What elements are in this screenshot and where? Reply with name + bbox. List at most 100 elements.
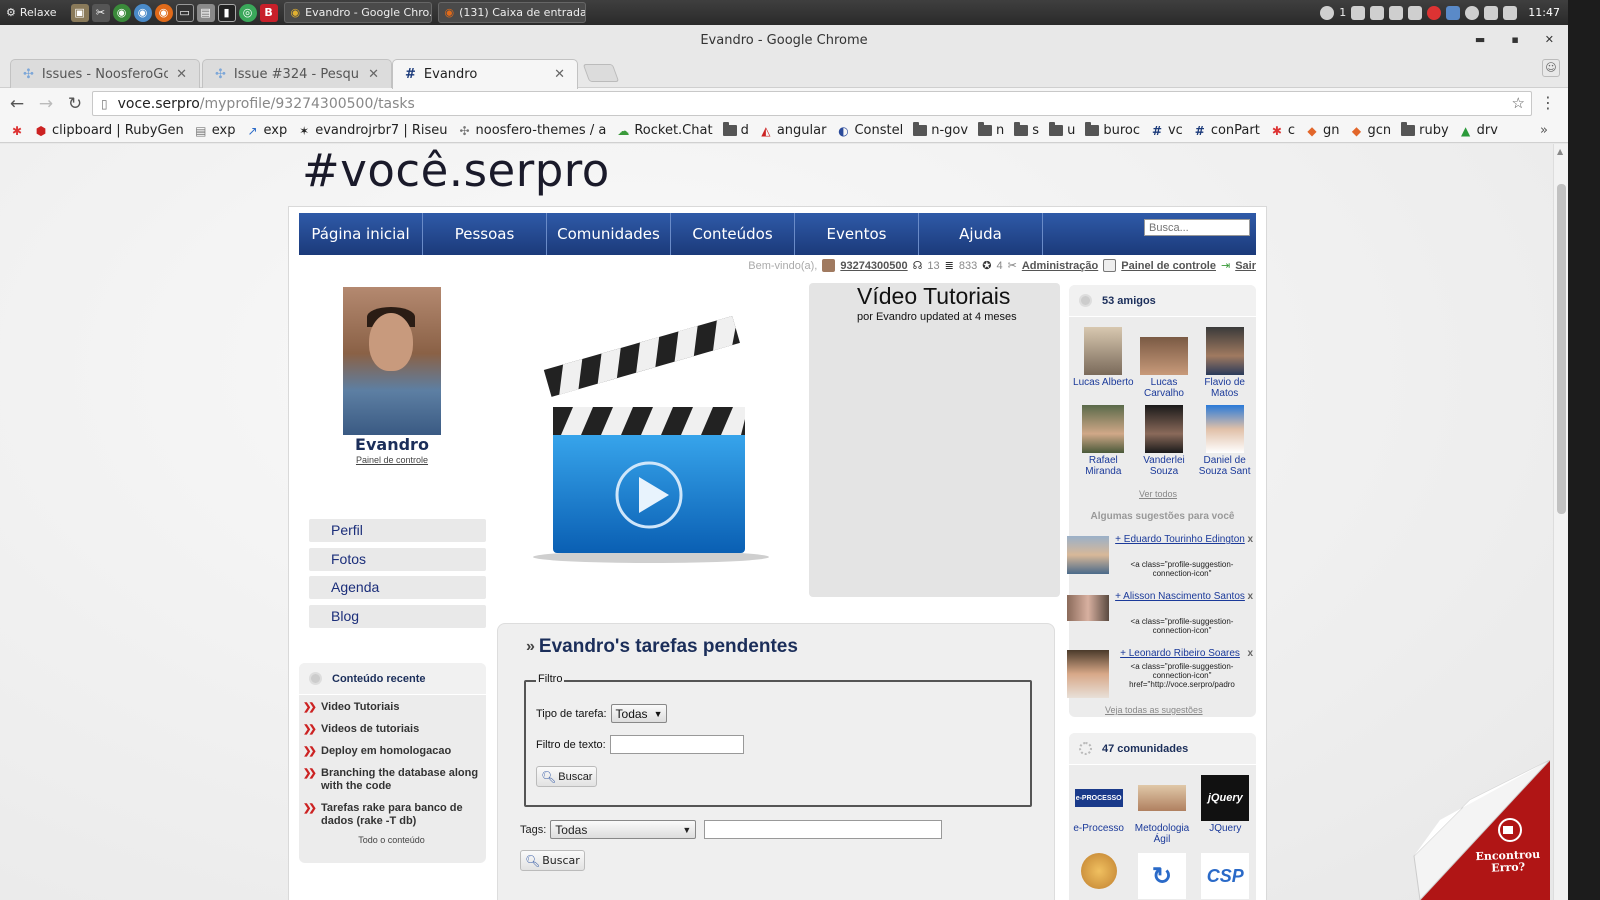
chrome-menu-icon[interactable]: ⋮ — [1540, 93, 1556, 112]
recent-item[interactable]: ❯❯ Tarefas rake para banco de dados (rake… — [303, 802, 480, 828]
new-tab-button[interactable] — [582, 64, 620, 82]
info-icon[interactable] — [1320, 5, 1335, 20]
site-title[interactable]: #você.serpro — [302, 144, 610, 197]
user-link[interactable]: 93274300500 — [840, 260, 907, 272]
files-icon[interactable]: ▤ — [196, 3, 215, 22]
chat-icon[interactable] — [1351, 5, 1366, 20]
chromium-icon[interactable]: ◉ — [133, 3, 152, 22]
network-icon[interactable] — [1446, 5, 1461, 20]
bookmark-folder[interactable]: d — [722, 122, 749, 138]
nav-home[interactable]: Página inicial — [299, 213, 423, 255]
tab-issues[interactable]: ✣ Issues - NoosferoGov ✕ — [10, 59, 200, 88]
bookmark-item[interactable]: # vc — [1150, 123, 1183, 138]
bookmark-item[interactable]: ▲ drv — [1459, 123, 1498, 138]
profile-name[interactable]: Evandro — [309, 435, 475, 454]
dismiss-suggestion-icon[interactable]: x — [1247, 648, 1253, 659]
friend-item[interactable]: Lucas Carvalho — [1134, 327, 1195, 399]
friend-item[interactable]: Daniel de Souza Sant — [1194, 405, 1255, 477]
bookmark-apps[interactable]: ✱ — [10, 124, 24, 138]
tab-issue-324[interactable]: ✣ Issue #324 - Pesquisa ✕ — [202, 59, 392, 88]
update-icon[interactable] — [1465, 5, 1480, 20]
alarm-icon[interactable] — [1427, 5, 1442, 20]
profile-avatar[interactable] — [343, 287, 441, 435]
tags-search-button[interactable]: 🔍︎ Buscar — [520, 850, 585, 871]
recent-item[interactable]: ❯❯ Video Tutoriais — [303, 701, 480, 714]
friend-item[interactable]: Flavio de Matos — [1194, 327, 1255, 399]
nav-people[interactable]: Pessoas — [423, 213, 547, 255]
firefox-icon[interactable]: ◉ — [154, 3, 173, 22]
taskbar-window-chrome[interactable]: ◉ Evandro - Google Chro... — [283, 2, 432, 23]
suggestion-name[interactable]: + Alisson Nascimento Santos — [1115, 591, 1245, 602]
spotify-icon[interactable]: ◎ — [238, 3, 257, 22]
bookmark-folder[interactable]: buroc — [1085, 122, 1140, 138]
clipboard-icon[interactable] — [1389, 5, 1404, 20]
menu-photos[interactable]: Fotos — [309, 547, 486, 571]
b-app-icon[interactable]: B — [259, 3, 278, 22]
friend-item[interactable]: Vanderlei Souza — [1134, 405, 1195, 477]
minimize-icon[interactable]: ▬ — [1475, 33, 1485, 46]
nav-help[interactable]: Ajuda — [919, 213, 1043, 255]
all-suggestions-link[interactable]: Veja todas as sugestões — [1105, 705, 1203, 715]
video-clapperboard-image[interactable] — [529, 307, 769, 567]
community-item[interactable]: jQuery JQuery — [1194, 775, 1257, 845]
tab-evandro[interactable]: # Evandro ✕ — [392, 59, 578, 89]
community-item[interactable]: Metodologia Ágil — [1130, 775, 1193, 845]
pencil-icon[interactable] — [1370, 5, 1385, 20]
recent-item[interactable]: ❯❯ Deploy em homologacao — [303, 745, 480, 758]
chrome-icon[interactable]: ◉ — [112, 3, 131, 22]
bookmark-folder[interactable]: s — [1014, 122, 1039, 138]
report-error-widget[interactable]: Encontrou Erro? — [1410, 759, 1551, 900]
community-item[interactable]: CSP — [1194, 853, 1257, 900]
suggestion-photo[interactable] — [1067, 595, 1109, 621]
address-bar[interactable]: ▯ voce.serpro/myprofile/93274300500/task… — [92, 91, 1532, 116]
control-panel-link[interactable]: Painel de controle — [1121, 260, 1216, 272]
bookmark-folder[interactable]: n-gov — [913, 122, 968, 138]
bookmark-star-icon[interactable]: ☆ — [1512, 94, 1525, 112]
community-item[interactable] — [1067, 853, 1130, 900]
page-scrollbar[interactable]: ▲ — [1553, 144, 1568, 900]
friend-item[interactable]: Rafael Miranda — [1073, 405, 1134, 477]
tools-icon[interactable]: ✂ — [91, 3, 110, 22]
suggestion-photo[interactable] — [1067, 650, 1109, 698]
video-title[interactable]: Vídeo Tutoriais — [857, 283, 1010, 310]
dismiss-suggestion-icon[interactable]: x — [1247, 534, 1253, 545]
bookmark-folder[interactable]: u — [1049, 122, 1075, 138]
taskbar-window-firefox[interactable]: ◉ (131) Caixa de entrada... — [437, 2, 586, 23]
friends-title[interactable]: 53 amigos — [1102, 295, 1156, 307]
site-search-input[interactable] — [1144, 219, 1250, 236]
suggestion-name[interactable]: + Leonardo Ribeiro Soares — [1115, 648, 1245, 659]
nav-contents[interactable]: Conteúdos — [671, 213, 795, 255]
profile-control-panel-link[interactable]: Painel de controle — [309, 455, 475, 465]
scroll-up-icon[interactable]: ▲ — [1557, 147, 1563, 156]
forward-icon[interactable]: → — [34, 92, 58, 116]
maximize-icon[interactable]: ▪ — [1511, 33, 1518, 46]
task-type-select[interactable]: Todas ▼ — [610, 704, 668, 723]
community-item[interactable]: e-PROCESSO e-Processo — [1067, 775, 1130, 845]
clock[interactable]: 11:47 — [1528, 6, 1560, 19]
nav-communities[interactable]: Comunidades — [547, 213, 671, 255]
see-all-friends-link[interactable]: Ver todos — [1139, 489, 1177, 499]
bookmark-folder[interactable]: n — [978, 122, 1004, 138]
suggestion-name[interactable]: + Eduardo Tourinho Edington — [1115, 534, 1245, 545]
bookmark-item[interactable]: ◭ angular — [759, 123, 826, 138]
bookmark-item[interactable]: ↗ exp — [245, 123, 287, 138]
more-bookmarks-icon[interactable]: » — [1540, 123, 1548, 138]
bookmark-item[interactable]: ◆ gcn — [1350, 123, 1391, 138]
menu-profile[interactable]: Perfil — [309, 519, 486, 542]
suggestion-photo[interactable] — [1067, 536, 1109, 574]
back-icon[interactable]: ← — [5, 92, 29, 116]
bookmark-item[interactable]: ✣ noosfero-themes / a — [458, 123, 606, 138]
reload-icon[interactable]: ↻ — [63, 92, 87, 116]
window-icon[interactable] — [1408, 5, 1423, 20]
close-icon[interactable]: ✕ — [1545, 33, 1554, 46]
logout-link[interactable]: Sair — [1235, 260, 1256, 272]
bookmark-item[interactable]: ✱ c — [1270, 123, 1295, 138]
friend-item[interactable]: Lucas Alberto — [1073, 327, 1134, 399]
volume-icon[interactable] — [1484, 5, 1499, 20]
scrollbar-thumb[interactable] — [1557, 184, 1566, 514]
tab-close-icon[interactable]: ✕ — [368, 67, 379, 82]
console-icon[interactable]: ▮ — [217, 3, 236, 22]
battery-icon[interactable] — [1503, 5, 1518, 20]
recent-item[interactable]: ❯❯ Branching the database along with the … — [303, 767, 480, 793]
tags-select[interactable]: Todas ▼ — [550, 820, 697, 839]
